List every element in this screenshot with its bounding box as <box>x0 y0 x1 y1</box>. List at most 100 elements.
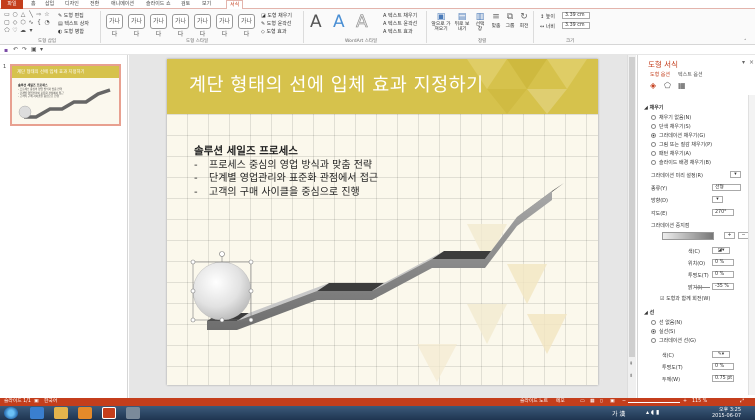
width-input[interactable]: 3.39 cm <box>562 22 590 29</box>
app-icon[interactable] <box>126 407 140 419</box>
curve-shape-icon[interactable]: ∿ <box>27 19 35 26</box>
zoom-level[interactable]: 115 % <box>692 398 707 406</box>
shape-effects-button[interactable]: ◇ 도형 효과 <box>261 28 286 35</box>
notes-button[interactable]: 슬라이드 노트 <box>520 398 548 406</box>
brightness-input[interactable]: -35 % <box>712 283 734 290</box>
fill-option[interactable]: 단색 채우기(S) <box>651 123 691 130</box>
shape-outline-button[interactable]: ✎ 도형 윤곽선 <box>261 20 291 27</box>
brace-shape-icon[interactable]: { <box>35 19 43 26</box>
type-select[interactable]: 선형 <box>712 184 741 191</box>
shape-style-5[interactable]: 가나다 <box>194 14 211 38</box>
rotate-button[interactable]: ↻ 회전 <box>518 12 530 29</box>
scrollbar-thumb[interactable] <box>629 57 635 357</box>
explorer-icon[interactable] <box>54 407 68 419</box>
rotate-with-shape-checkbox[interactable]: ☑ 도형과 함께 회전(W) <box>660 295 710 302</box>
fill-option[interactable]: 슬라이드 배경 채우기(B) <box>651 159 711 166</box>
pentagon-effects-icon[interactable]: ⬠ <box>664 81 671 90</box>
shape-style-7[interactable]: 가나다 <box>238 14 255 38</box>
gradient-stop-bar[interactable] <box>662 232 714 240</box>
resize-handle-icon[interactable] <box>190 317 196 323</box>
tab-home[interactable]: 홈 <box>31 0 36 9</box>
comments-button[interactable]: 메모 <box>556 398 565 406</box>
reading-view-icon[interactable]: ▯ <box>600 398 603 406</box>
resize-handle-icon[interactable] <box>190 288 196 294</box>
preset-gradient-dropdown[interactable]: ▾ <box>730 171 741 178</box>
powerpoint-icon[interactable] <box>102 407 116 419</box>
tab-animations[interactable]: 애니메이션 <box>111 0 134 9</box>
paint-bucket-icon[interactable]: ◈ <box>650 81 656 90</box>
edit-shape-button[interactable]: ✎ 도형 편집 <box>58 12 84 19</box>
next-slide-icon[interactable]: ⇟ <box>629 373 633 379</box>
selection-pane-button[interactable]: ▥ 선택 창 <box>473 12 487 32</box>
shape-style-1[interactable]: 가나다 <box>106 14 123 38</box>
send-backward-button[interactable]: ▤ 뒤로 보내기 <box>454 12 470 32</box>
arrow-shape-icon[interactable]: ⇨ <box>35 11 43 18</box>
line-color-picker[interactable]: ✎▾ <box>712 351 730 358</box>
wordart-style-1[interactable]: A <box>310 12 322 32</box>
shape-style-2[interactable]: 가나다 <box>128 14 145 38</box>
star-shape-icon[interactable]: ☆ <box>43 11 51 18</box>
fill-section-header[interactable]: ◢ 채우기 <box>644 104 663 111</box>
resize-handle-icon[interactable] <box>248 317 254 323</box>
tab-review[interactable]: 검토 <box>181 0 190 9</box>
merge-shapes-button[interactable]: ◐ 도형 병합 <box>58 28 84 35</box>
wordart-style-3[interactable]: A <box>356 12 368 33</box>
save-icon[interactable]: ▪ <box>4 47 8 54</box>
bring-forward-button[interactable]: ▣ 앞으로 가져오기 <box>430 12 452 32</box>
slide-sorter-icon[interactable]: ▦ <box>590 398 595 406</box>
clock[interactable]: 오후 3:25 2015-06-07 <box>712 407 741 419</box>
resize-handle-icon[interactable] <box>248 259 254 265</box>
slideshow-start-icon[interactable]: ▣ <box>31 46 37 53</box>
more-shapes-icon[interactable]: ▾ <box>27 27 35 34</box>
direction-dropdown[interactable]: ▾ <box>712 196 723 203</box>
fill-option[interactable]: 그림 또는 질감 채우기(P) <box>651 141 712 148</box>
tab-text-options[interactable]: 텍스트 옵션 <box>678 71 703 78</box>
position-input[interactable]: 0 % <box>712 259 734 266</box>
add-stop-icon[interactable]: + <box>724 232 735 239</box>
resize-handle-icon[interactable] <box>219 317 225 323</box>
shape-style-6[interactable]: 가나다 <box>216 14 233 38</box>
transparency-input[interactable]: 0 % <box>712 271 734 278</box>
rounded-rect-shape-icon[interactable]: ▢ <box>3 19 11 26</box>
tab-view[interactable]: 보기 <box>202 0 211 9</box>
group-button[interactable]: ⧉ 그룹 <box>504 12 516 29</box>
heart-shape-icon[interactable]: ♡ <box>11 27 19 34</box>
text-effects-button[interactable]: A 텍스트 효과 <box>383 28 413 35</box>
tab-transitions[interactable]: 전환 <box>90 0 99 9</box>
close-icon[interactable]: × <box>749 59 754 66</box>
customize-qat-icon[interactable]: ▾ <box>40 46 43 53</box>
wordart-style-2[interactable]: A <box>333 12 345 32</box>
fill-option[interactable]: 채우기 없음(N) <box>651 114 691 121</box>
text-box-button[interactable]: ▤ 텍스트 상자 <box>58 20 89 27</box>
cloud-shape-icon[interactable]: ☁ <box>19 27 27 34</box>
align-button[interactable]: ≡ 맞춤 <box>490 12 502 29</box>
tab-design[interactable]: 디자인 <box>65 0 79 9</box>
size-properties-icon[interactable]: ▦ <box>678 81 686 90</box>
resize-handle-icon[interactable] <box>248 288 254 294</box>
normal-view-icon[interactable]: ▭ <box>580 398 585 406</box>
shape-style-3[interactable]: 가나다 <box>150 14 167 38</box>
diamond-shape-icon[interactable]: ◇ <box>11 19 19 26</box>
redo-icon[interactable]: ↷ <box>22 46 27 53</box>
tab-insert[interactable]: 삽입 <box>45 0 54 9</box>
ie-icon[interactable] <box>30 407 44 419</box>
staircase-3d-line[interactable] <box>167 59 598 385</box>
color-picker[interactable]: ◪▾ <box>712 247 730 254</box>
resize-handle-icon[interactable] <box>190 259 196 265</box>
zoom-out-icon[interactable]: − <box>622 398 626 406</box>
previous-slide-icon[interactable]: ⇞ <box>629 361 633 367</box>
shape-fill-button[interactable]: ◪ 도형 채우기 <box>261 12 292 19</box>
tab-shape-options[interactable]: 도형 옵션 <box>650 71 670 78</box>
pane-scrollbar[interactable] <box>748 95 755 395</box>
ime-indicator[interactable]: 가 漢 <box>612 409 625 418</box>
pane-options-icon[interactable]: ▾ <box>742 59 745 66</box>
start-button-icon[interactable] <box>4 407 18 419</box>
slide-thumbnail[interactable]: 계단 형태의 선에 입체 효과 지정하기 솔루션 세일즈 프로세스 - 프로세스… <box>10 64 121 126</box>
triangle-shape-icon[interactable]: △ <box>19 11 27 18</box>
slide[interactable]: 계단 형태의 선에 입체 효과 지정하기 솔루션 세일즈 프로세스 - 프로세스 … <box>167 59 598 385</box>
line-section-header[interactable]: ◢ 선 <box>644 309 654 316</box>
slideshow-view-icon[interactable]: ▣ <box>610 398 615 406</box>
line-option[interactable]: 선 없음(N) <box>651 319 682 326</box>
undo-icon[interactable]: ↶ <box>13 46 18 53</box>
line-width-input[interactable]: 0.75 pt <box>712 375 734 382</box>
